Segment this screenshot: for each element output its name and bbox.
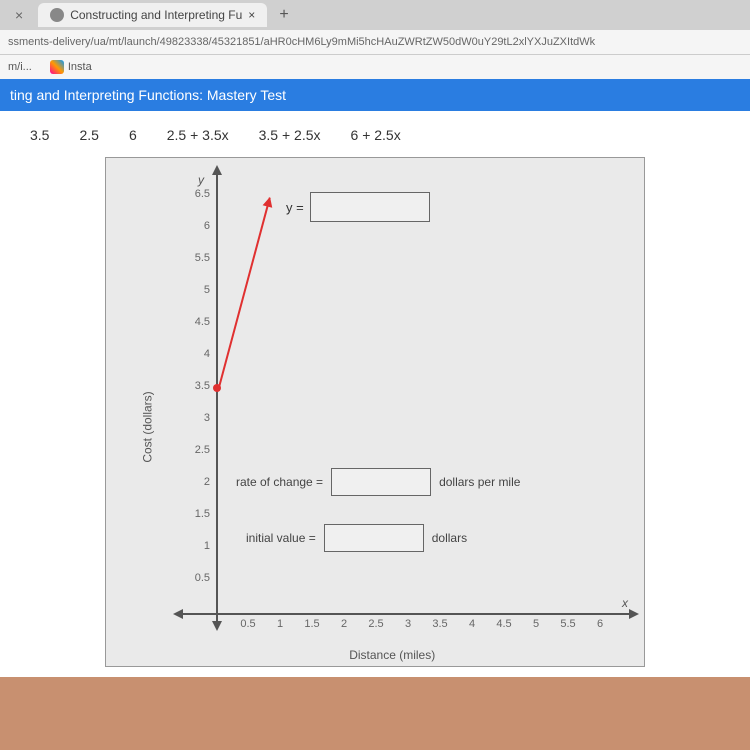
x-tick: 5.5 [558,618,578,630]
tile-option[interactable]: 6 + 2.5x [351,127,401,143]
bookmark-label: m/i... [8,61,32,73]
y-tick: 2.5 [188,444,210,456]
graph-line [217,198,271,392]
equation-prefix: y = [286,200,304,215]
tab-close-icon[interactable]: × [248,8,255,22]
x-tick: 1.5 [302,618,322,630]
x-tick: 3 [398,618,418,630]
y-axis [216,168,218,628]
x-axis-label: Distance (miles) [349,648,435,662]
x-tick: 2.5 [366,618,386,630]
x-axis [176,613,636,615]
rate-label: rate of change = [236,475,323,489]
x-tick: 5 [526,618,546,630]
initial-drop-target[interactable] [324,524,424,552]
equation-drop-target[interactable] [310,192,430,222]
initial-row: initial value = dollars [246,524,467,552]
y-tick: 2 [188,476,210,488]
tile-option[interactable]: 3.5 + 2.5x [259,127,321,143]
y-tick: 6 [188,220,210,232]
bookmark-item[interactable]: m/i... [8,60,32,74]
y-intercept-point [213,384,221,392]
equation-row: y = [286,192,430,222]
y-tick: 4 [188,348,210,360]
x-tick: 2 [334,618,354,630]
draggable-tiles-row: 3.5 2.5 6 2.5 + 3.5x 3.5 + 2.5x 6 + 2.5x [0,121,750,157]
new-tab-button[interactable]: + [267,6,300,24]
y-tick: 3.5 [188,380,210,392]
tile-option[interactable]: 2.5 + 3.5x [167,127,229,143]
instagram-icon [50,60,64,74]
test-header: ting and Interpreting Functions: Mastery… [0,79,750,111]
prev-tab-close[interactable]: × [0,7,38,23]
bookmarks-bar: m/i... Insta [0,55,750,79]
y-tick: 1 [188,540,210,552]
y-tick: 1.5 [188,508,210,520]
url-bar[interactable]: ssments-delivery/ua/mt/launch/49823338/4… [0,30,750,55]
tile-option[interactable]: 2.5 [79,127,98,143]
x-tick: 6 [590,618,610,630]
graph-panel: Cost (dollars) Distance (miles) y x 6.5 … [105,157,645,667]
x-tick: 4.5 [494,618,514,630]
browser-chrome: × Constructing and Interpreting Fu × + s… [0,0,750,79]
rate-row: rate of change = dollars per mile [236,468,520,496]
initial-units: dollars [432,531,467,545]
x-tick: 3.5 [430,618,450,630]
content-area: 3.5 2.5 6 2.5 + 3.5x 3.5 + 2.5x 6 + 2.5x… [0,111,750,677]
graph-wrapper: Cost (dollars) Distance (miles) y x 6.5 … [0,157,750,667]
plot-area: y x 6.5 6 5.5 5 4.5 4 3.5 3 2.5 2 1.5 1 … [176,168,626,628]
rate-drop-target[interactable] [331,468,431,496]
tab-favicon-icon [50,8,64,22]
rate-units: dollars per mile [439,475,520,489]
tab-title: Constructing and Interpreting Fu [70,8,242,22]
y-tick: 4.5 [188,316,210,328]
y-tick: 5.5 [188,252,210,264]
tile-option[interactable]: 3.5 [30,127,49,143]
y-tick: 0.5 [188,572,210,584]
bookmark-item[interactable]: Insta [50,60,92,74]
y-tick: 3 [188,412,210,424]
y-tick: 6.5 [188,188,210,200]
y-var-label: y [198,173,204,187]
x-var-label: x [622,596,628,610]
tile-option[interactable]: 6 [129,127,137,143]
y-axis-label: Cost (dollars) [141,392,155,463]
active-tab[interactable]: Constructing and Interpreting Fu × [38,3,267,27]
y-tick: 5 [188,284,210,296]
initial-label: initial value = [246,531,316,545]
x-tick: 0.5 [238,618,258,630]
x-tick: 1 [270,618,290,630]
x-tick: 4 [462,618,482,630]
tab-bar: × Constructing and Interpreting Fu × + [0,0,750,30]
bookmark-label: Insta [68,61,92,73]
